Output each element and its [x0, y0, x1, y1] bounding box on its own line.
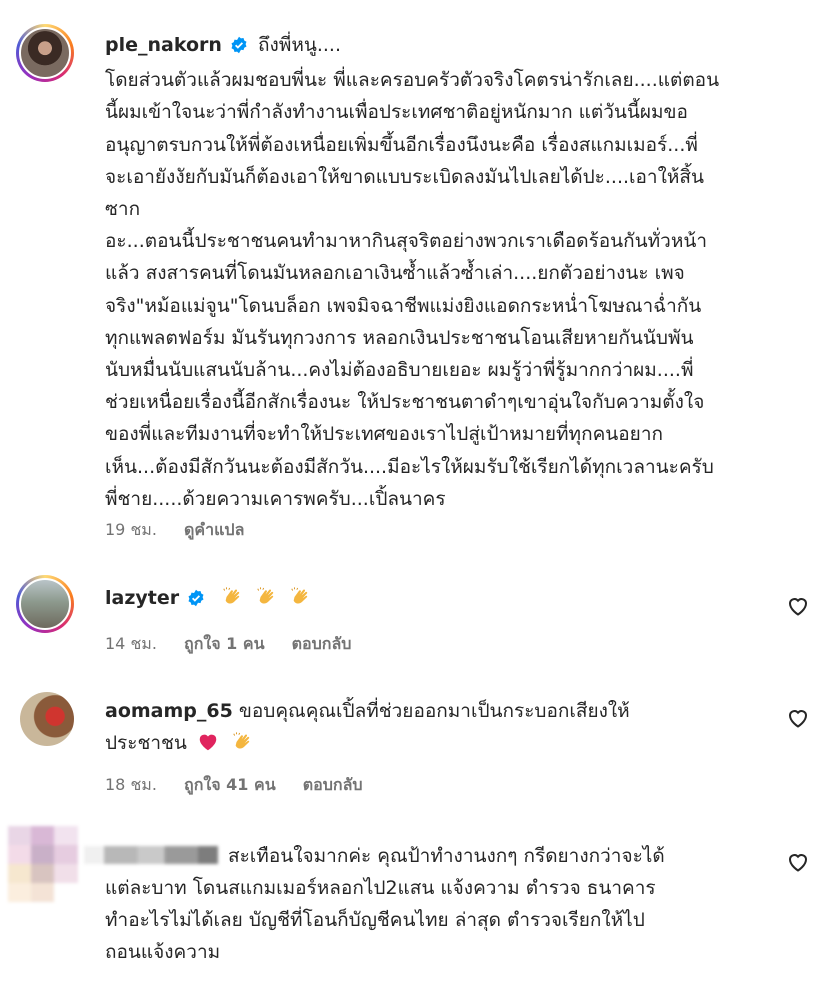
- comment-text-line: อะ...ตอนนี้ประชาชนคนทำมาหากินสุจริตอย่าง…: [105, 230, 708, 253]
- comment-text-line: เห็น...ต้องมีสักวันนะต้องมีสักวัน....มีอ…: [105, 455, 714, 478]
- comment-time: 14 ชม.: [105, 634, 157, 653]
- comment-time: 18 ชม.: [105, 775, 157, 794]
- avatar[interactable]: [19, 578, 71, 630]
- comment-meta: 14 ชม. ถูกใจ 1 คน ตอบกลับ: [105, 632, 373, 657]
- likes-count-button[interactable]: ถูกใจ 1 คน: [184, 634, 264, 653]
- comment-text-line: ทุกแพลตฟอร์ม มันรันทุกวงการ หลอกเงินประช…: [105, 326, 694, 349]
- comment-text-line: ประชาชน: [105, 732, 187, 755]
- comment-text-line: อนุญาตรบกวนให้พี่ต้องเหนื่อยเพิ่มขึ้นอีก…: [105, 133, 698, 156]
- comment-meta: 19 ชม. ดูคำแปล: [105, 518, 266, 543]
- comment-body-cont: แต่ละบาท โดนสแกมเมอร์หลอกไป2แสน แจ้งความ…: [105, 872, 795, 969]
- reply-button[interactable]: ตอบกลับ: [292, 634, 352, 653]
- verified-badge-icon: [230, 32, 248, 64]
- comment-body: สะเทือนใจมากค่ะ คุณป้าทำงานงกๆ กรีดยางกว…: [228, 840, 798, 872]
- verified-badge-icon: [187, 585, 205, 617]
- like-heart-icon[interactable]: [786, 594, 810, 618]
- avatar[interactable]: [20, 692, 74, 746]
- comment-text-line: โดยส่วนตัวแล้วผมชอบพี่นะ พี่และครอบครัวต…: [105, 69, 720, 92]
- comment-text-line: ทำอะไรไม่ได้เลย บัญชีที่โอนก็บัญชีคนไทย …: [105, 909, 645, 932]
- comment-text-line: ของพี่และทีมงานที่จะทำให้ประเทศของเราไปส…: [105, 423, 663, 446]
- comment-body: ple_nakorn ถึงพี่หนู.... โดยส่วนตัวแล้วผ…: [105, 29, 795, 515]
- reply-button[interactable]: ตอบกลับ: [303, 775, 363, 794]
- avatar-ring[interactable]: [16, 24, 74, 82]
- censored-username: [84, 846, 218, 864]
- clapping-hands-icon: [289, 586, 311, 608]
- comment-text-line: จริง"หม้อแม่จูน"โดนบล็อก เพจมิจฉาชีพแม่ง…: [105, 294, 702, 317]
- red-heart-icon: [197, 731, 219, 753]
- like-heart-icon[interactable]: [786, 850, 810, 874]
- comment-text-line: ช่วยเหนื่อยเรื่องนี้อีกสักเรื่องนะ ให้ปร…: [105, 391, 705, 414]
- clapping-hands-icon: [255, 586, 277, 608]
- comment-text-line: ซาก: [105, 198, 141, 221]
- comment-text-line: แล้ว สงสารคนที่โดนมันหลอกเอาเงินซ้ำแล้วซ…: [105, 262, 685, 285]
- comment-text-line: พี่ชาย.....ด้วยความเคารพครับ...เปิ้ลนาคร: [105, 487, 446, 510]
- comment-username[interactable]: ple_nakorn: [105, 34, 222, 56]
- comment-meta: 18 ชม. ถูกใจ 41 คน ตอบกลับ: [105, 773, 385, 798]
- comment-text-line: ถอนแจ้งความ: [105, 941, 221, 964]
- comment-text-line: นี้ผมเข้าใจนะว่าพี่กำลังทำงานเพื่อประเทศ…: [105, 101, 688, 124]
- comment-username[interactable]: aomamp_65: [105, 700, 233, 722]
- comment-time: 19 ชม.: [105, 520, 157, 539]
- avatar-ring[interactable]: [16, 575, 74, 633]
- comment-body: lazyter: [105, 582, 795, 617]
- clapping-hands-icon: [221, 586, 243, 608]
- comment-text-line: ถึงพี่หนู....: [258, 34, 342, 56]
- see-translation-button[interactable]: ดูคำแปล: [184, 520, 244, 539]
- like-heart-icon[interactable]: [786, 706, 810, 730]
- clapping-hands-icon: [231, 731, 253, 753]
- comment-text-line: แต่ละบาท โดนสแกมเมอร์หลอกไป2แสน แจ้งความ…: [105, 877, 656, 899]
- comment-text-line: นับหมื่นนับแสนนับล้าน...คงไม่ต้องอธิบายเ…: [105, 359, 694, 382]
- comment-body: aomamp_65 ขอบคุณคุณเปิ้ลที่ช่วยออกมาเป็น…: [105, 695, 795, 759]
- comment-text-line: จะเอายังงัยกับมันก็ต้องเอาให้ขาดแบบระเบิ…: [105, 165, 704, 188]
- comment-text-line: สะเทือนใจมากค่ะ คุณป้าทำงานงกๆ กรีดยางกว…: [228, 845, 665, 867]
- comment-username[interactable]: lazyter: [105, 587, 179, 609]
- censored-avatar: [8, 826, 78, 902]
- likes-count-button[interactable]: ถูกใจ 41 คน: [184, 775, 276, 794]
- comment-text-line: ขอบคุณคุณเปิ้ลที่ช่วยออกมาเป็นกระบอกเสีย…: [238, 700, 630, 722]
- avatar[interactable]: [19, 27, 71, 79]
